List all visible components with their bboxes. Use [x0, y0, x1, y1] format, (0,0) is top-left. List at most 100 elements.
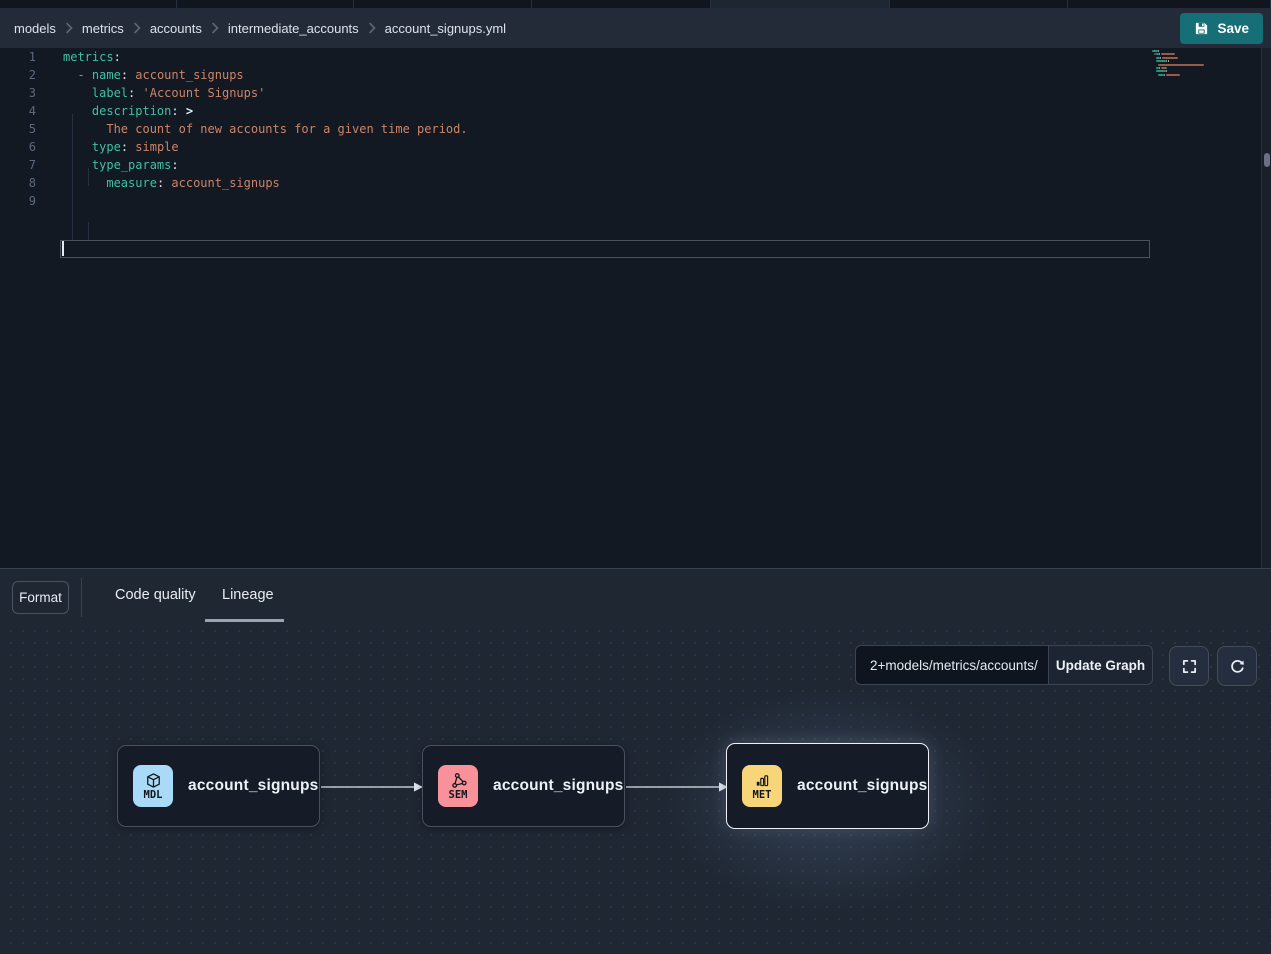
code-line-text: measure: account_signups: [63, 174, 280, 192]
code-token: metrics: [63, 50, 114, 64]
code-token: account_signups: [135, 68, 243, 82]
breadcrumb-item[interactable]: metrics: [82, 21, 124, 36]
code-line[interactable]: 8 measure: account_signups: [0, 174, 1271, 192]
code-token: type: [92, 140, 121, 154]
window-tab[interactable]: [890, 0, 1068, 8]
code-editor[interactable]: 1metrics:2 - name: account_signups3 labe…: [0, 48, 1271, 568]
window-tab[interactable]: [1068, 0, 1271, 8]
fullscreen-icon: [1181, 658, 1198, 675]
window-tab[interactable]: [0, 0, 177, 8]
node-type-label: MDL: [144, 789, 163, 801]
code-token: type_params: [92, 158, 171, 172]
metric-bars-icon: [754, 772, 771, 789]
chevron-right-icon: [65, 22, 73, 34]
line-number: 3: [0, 84, 36, 102]
breadcrumb-item[interactable]: accounts: [150, 21, 202, 36]
scrollbar-track[interactable]: [1261, 48, 1271, 568]
code-token: :: [171, 104, 178, 118]
lineage-filter-group: Update Graph: [855, 645, 1153, 685]
update-graph-button[interactable]: Update Graph: [1048, 645, 1153, 685]
code-lines: 1metrics:2 - name: account_signups3 labe…: [0, 48, 1271, 210]
chevron-right-icon: [133, 22, 141, 34]
code-line-text: type: simple: [63, 138, 179, 156]
panel-divider: [0, 568, 1271, 569]
lineage-node-mdl[interactable]: MDL account_signups: [117, 745, 320, 827]
breadcrumb-item[interactable]: models: [14, 21, 56, 36]
window-tab[interactable]: [177, 0, 354, 8]
fullscreen-button[interactable]: [1169, 646, 1209, 686]
minimap-line: [1166, 74, 1180, 76]
code-token: [63, 140, 92, 154]
lineage-node-met[interactable]: MET account_signups: [726, 743, 929, 829]
code-token: :: [171, 158, 178, 172]
node-type-badge: SEM: [438, 765, 478, 807]
lineage-canvas[interactable]: MDL account_signups SEM account_signups MET a…: [0, 630, 1271, 954]
code-line[interactable]: 6 type: simple: [0, 138, 1271, 156]
node-title: account_signups: [797, 777, 927, 795]
code-line[interactable]: 9: [0, 192, 1271, 210]
code-token: [135, 86, 142, 100]
code-token: 'Account Signups': [143, 86, 266, 100]
code-line[interactable]: 5 The count of new accounts for a given …: [0, 120, 1271, 138]
lineage-filter-input[interactable]: [855, 645, 1048, 685]
toolbar-divider: [81, 578, 82, 617]
node-title: account_signups: [188, 777, 318, 795]
code-line[interactable]: 4 description: >: [0, 102, 1271, 120]
code-token: :: [121, 68, 128, 82]
breadcrumb-bar: models metrics accounts intermediate_accoun…: [0, 8, 1271, 48]
minimap-line: [1164, 74, 1165, 76]
save-floppy-icon: [1194, 21, 1209, 36]
scrollbar-thumb[interactable]: [1264, 153, 1270, 167]
semantic-network-icon: [450, 772, 467, 789]
tab-code-quality[interactable]: Code quality: [115, 587, 196, 603]
minimap-line: [1168, 60, 1169, 62]
node-title: account_signups: [493, 777, 623, 795]
minimap-line: [1166, 70, 1167, 72]
breadcrumb-item[interactable]: account_signups.yml: [385, 21, 506, 36]
current-line-highlight: [60, 240, 1150, 258]
line-number: 1: [0, 48, 36, 66]
minimap-line: [1160, 57, 1161, 59]
tab-lineage[interactable]: Lineage: [222, 587, 274, 603]
save-button-label: Save: [1217, 21, 1249, 36]
code-line[interactable]: 2 - name: account_signups: [0, 66, 1271, 84]
format-button[interactable]: Format: [12, 581, 69, 614]
code-token: measure: [106, 176, 157, 190]
line-number: 8: [0, 174, 36, 192]
code-token: :: [121, 140, 128, 154]
line-number: 2: [0, 66, 36, 84]
minimap-line: [1161, 53, 1175, 55]
text-cursor: [62, 241, 64, 256]
code-token: [63, 122, 106, 136]
minimap[interactable]: [1152, 50, 1214, 84]
minimap-line: [1161, 67, 1167, 69]
window-tab[interactable]: [532, 0, 711, 8]
node-type-badge: MDL: [133, 765, 173, 807]
breadcrumb-item[interactable]: intermediate_accounts: [228, 21, 359, 36]
code-token: [63, 68, 77, 82]
refresh-button[interactable]: [1217, 646, 1257, 686]
minimap-line: [1158, 74, 1164, 76]
code-token: account_signups: [171, 176, 279, 190]
lineage-node-sem[interactable]: SEM account_signups: [422, 745, 625, 827]
code-token: -: [77, 68, 91, 82]
line-number: 7: [0, 156, 36, 174]
node-type-badge: MET: [742, 765, 782, 807]
window-tab[interactable]: [354, 0, 532, 8]
minimap-line: [1158, 50, 1159, 52]
code-line-text: description: >: [63, 102, 193, 120]
code-token: >: [186, 104, 193, 118]
code-line[interactable]: 7 type_params:: [0, 156, 1271, 174]
active-tab-underline: [205, 619, 284, 622]
code-line-text: label: 'Account Signups': [63, 84, 265, 102]
minimap-line: [1162, 57, 1178, 59]
save-button[interactable]: Save: [1180, 13, 1263, 44]
line-number: 4: [0, 102, 36, 120]
node-type-label: MET: [753, 789, 772, 801]
code-token: name: [92, 68, 121, 82]
indent-guide: [88, 168, 89, 186]
code-line[interactable]: 1metrics:: [0, 48, 1271, 66]
window-tab[interactable]: [711, 0, 890, 8]
code-line[interactable]: 3 label: 'Account Signups': [0, 84, 1271, 102]
chevron-right-icon: [368, 22, 376, 34]
